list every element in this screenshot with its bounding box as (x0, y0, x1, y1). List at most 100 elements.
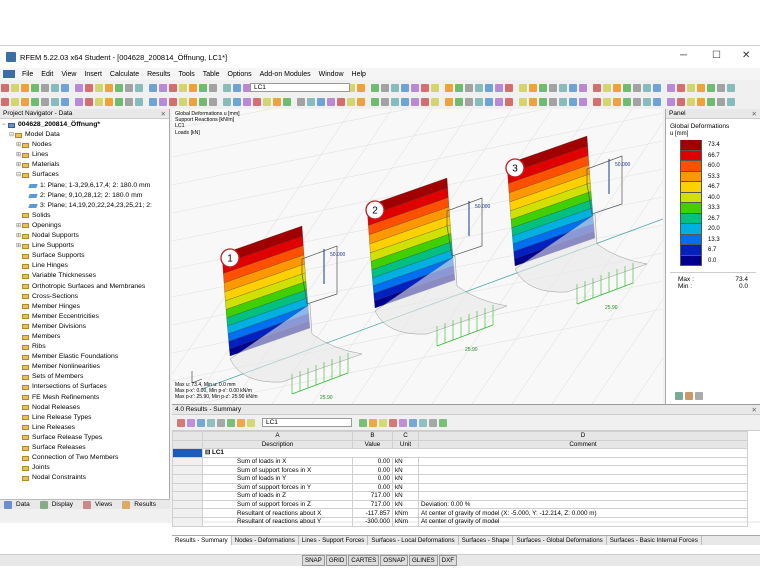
toolbar-button-icon[interactable] (411, 97, 419, 106)
status-toggle[interactable]: GRID (325, 555, 348, 566)
toolbar-button-icon[interactable] (135, 83, 143, 92)
toolbar-button-icon[interactable] (613, 97, 621, 106)
toolbar-button-icon[interactable] (445, 97, 453, 106)
toolbar-button-icon[interactable] (421, 97, 429, 106)
loadcase-select[interactable]: LC1 (250, 83, 350, 92)
toolbar-button-icon[interactable] (135, 97, 143, 106)
toolbar-button-icon[interactable] (401, 97, 409, 106)
table-row[interactable]: Sum of loads in X 0.00 kN (172, 456, 748, 467)
menu-view[interactable]: View (57, 71, 80, 78)
toolbar-button-icon[interactable] (149, 97, 157, 106)
table-row[interactable]: Resultant of reactions about Y -300.000 kN… (172, 516, 748, 527)
tree-item[interactable]: Connection of Two Members (2, 453, 167, 463)
tree-item[interactable]: Line Release Types (2, 413, 167, 423)
row-selector[interactable] (172, 473, 203, 484)
toolbar-button-icon[interactable] (357, 97, 365, 106)
toolbar-button-icon[interactable] (475, 83, 483, 92)
toolbar-button-icon[interactable] (569, 83, 577, 92)
toolbar-button-icon[interactable] (445, 83, 453, 92)
toolbar-button-icon[interactable] (519, 97, 527, 106)
tree-item[interactable]: ⊞ Line Supports (2, 241, 167, 251)
toolbar-button-icon[interactable] (653, 97, 661, 106)
toolbar-button-icon[interactable] (337, 97, 345, 106)
toolbar-button-icon[interactable] (51, 83, 59, 92)
results-toolbar-icon[interactable] (227, 418, 235, 427)
toolbar-button-icon[interactable] (307, 97, 315, 106)
toolbar-button-icon[interactable] (623, 83, 631, 92)
toolbar-button-icon[interactable] (297, 97, 305, 106)
panel-legend-icon[interactable] (675, 392, 683, 400)
toolbar-button-icon[interactable] (465, 97, 473, 106)
toolbar-button-icon[interactable] (613, 83, 621, 92)
toolbar-button-icon[interactable] (505, 97, 513, 106)
tree-item[interactable]: 1: Plane; 1-3,29,6,17,4; 2: 180.0 mm (2, 181, 167, 191)
toolbar-button-icon[interactable] (31, 83, 39, 92)
toolbar-button-icon[interactable] (179, 97, 187, 106)
menu-help[interactable]: Help (348, 71, 370, 78)
toolbar-button-icon[interactable] (421, 83, 429, 92)
toolbar-button-icon[interactable] (643, 97, 651, 106)
tree-item[interactable]: Members (2, 332, 167, 342)
toolbar-button-icon[interactable] (727, 83, 735, 92)
toolbar-button-icon[interactable] (233, 97, 241, 106)
toolbar-button-icon[interactable] (371, 97, 379, 106)
panel-close-icon[interactable]: ✕ (752, 110, 757, 118)
toolbar-button-icon[interactable] (209, 83, 217, 92)
toolbar-button-icon[interactable] (717, 83, 725, 92)
results-toolbar-icon[interactable] (389, 418, 397, 427)
results-toolbar-icon[interactable] (197, 418, 205, 427)
menu-add-on-modules[interactable]: Add-on Modules (256, 71, 315, 78)
toolbar-button-icon[interactable] (401, 83, 409, 92)
results-toolbar-icon[interactable] (399, 418, 407, 427)
tree-item[interactable]: 2: Plane; 9,10,28,12; 2: 180.0 mm (2, 191, 167, 201)
toolbar-button-icon[interactable] (519, 83, 527, 92)
tab-display[interactable]: Display (36, 500, 79, 509)
toolbar-button-icon[interactable] (569, 97, 577, 106)
minimize-button[interactable]: ─ (680, 50, 687, 61)
tree-item[interactable]: Member Hinges (2, 302, 167, 312)
toolbar-button-icon[interactable] (283, 97, 291, 106)
toolbar-button-icon[interactable] (115, 83, 123, 92)
menu-tools[interactable]: Tools (174, 71, 198, 78)
table-row[interactable]: Sum of support forces in Z 717.00 kN Deviat… (172, 499, 748, 510)
tree-item[interactable]: Nodal Constraints (2, 473, 167, 483)
toolbar-button-icon[interactable] (149, 83, 157, 92)
results-toolbar-icon[interactable] (359, 418, 367, 427)
toolbar-button-icon[interactable] (75, 83, 83, 92)
menu-file[interactable]: File (18, 71, 37, 78)
tree-item[interactable]: Surface Release Types (2, 433, 167, 443)
toolbar-button-icon[interactable] (707, 83, 715, 92)
tree-item[interactable]: Ribs (2, 342, 167, 352)
toolbar-button-icon[interactable] (431, 97, 439, 106)
tree-item[interactable]: Cross-Sections (2, 292, 167, 302)
toolbar-button-icon[interactable] (223, 97, 231, 106)
results-toolbar-icon[interactable] (207, 418, 215, 427)
toolbar-button-icon[interactable] (579, 83, 587, 92)
row-selector[interactable] (172, 456, 203, 467)
results-toolbar-icon[interactable] (419, 418, 427, 427)
toolbar-button-icon[interactable] (85, 97, 93, 106)
table-row[interactable]: Resultant of reactions about X -117.857 kN… (172, 508, 748, 518)
group-row[interactable]: ⊟ LC1 (202, 448, 748, 458)
tree-item[interactable]: Sets of Members (2, 372, 167, 382)
row-selector[interactable] (172, 491, 203, 501)
toolbar-button-icon[interactable] (717, 97, 725, 106)
toolbar-button-icon[interactable] (327, 97, 335, 106)
tree-item[interactable]: FE Mesh Refinements (2, 393, 167, 403)
toolbar-button-icon[interactable] (559, 97, 567, 106)
row-selector[interactable] (172, 508, 203, 518)
toolbar-button-icon[interactable] (61, 83, 69, 92)
toolbar-button-icon[interactable] (169, 97, 177, 106)
toolbar-button-icon[interactable] (411, 83, 419, 92)
toolbar-button-icon[interactable] (95, 83, 103, 92)
toolbar-button-icon[interactable] (485, 83, 493, 92)
tree-item[interactable]: Intersections of Surfaces (2, 382, 167, 392)
toolbar-button-icon[interactable] (61, 97, 69, 106)
tree-item[interactable]: 3: Plane; 14,19,20,22,24,23,25,21; 2: (2, 201, 167, 211)
toolbar-button-icon[interactable] (273, 97, 281, 106)
tree-item[interactable]: ⊞ Openings (2, 221, 167, 231)
toolbar-button-icon[interactable] (465, 83, 473, 92)
toolbar-button-icon[interactable] (317, 97, 325, 106)
toolbar-button-icon[interactable] (21, 97, 29, 106)
toolbar-button-icon[interactable] (475, 97, 483, 106)
